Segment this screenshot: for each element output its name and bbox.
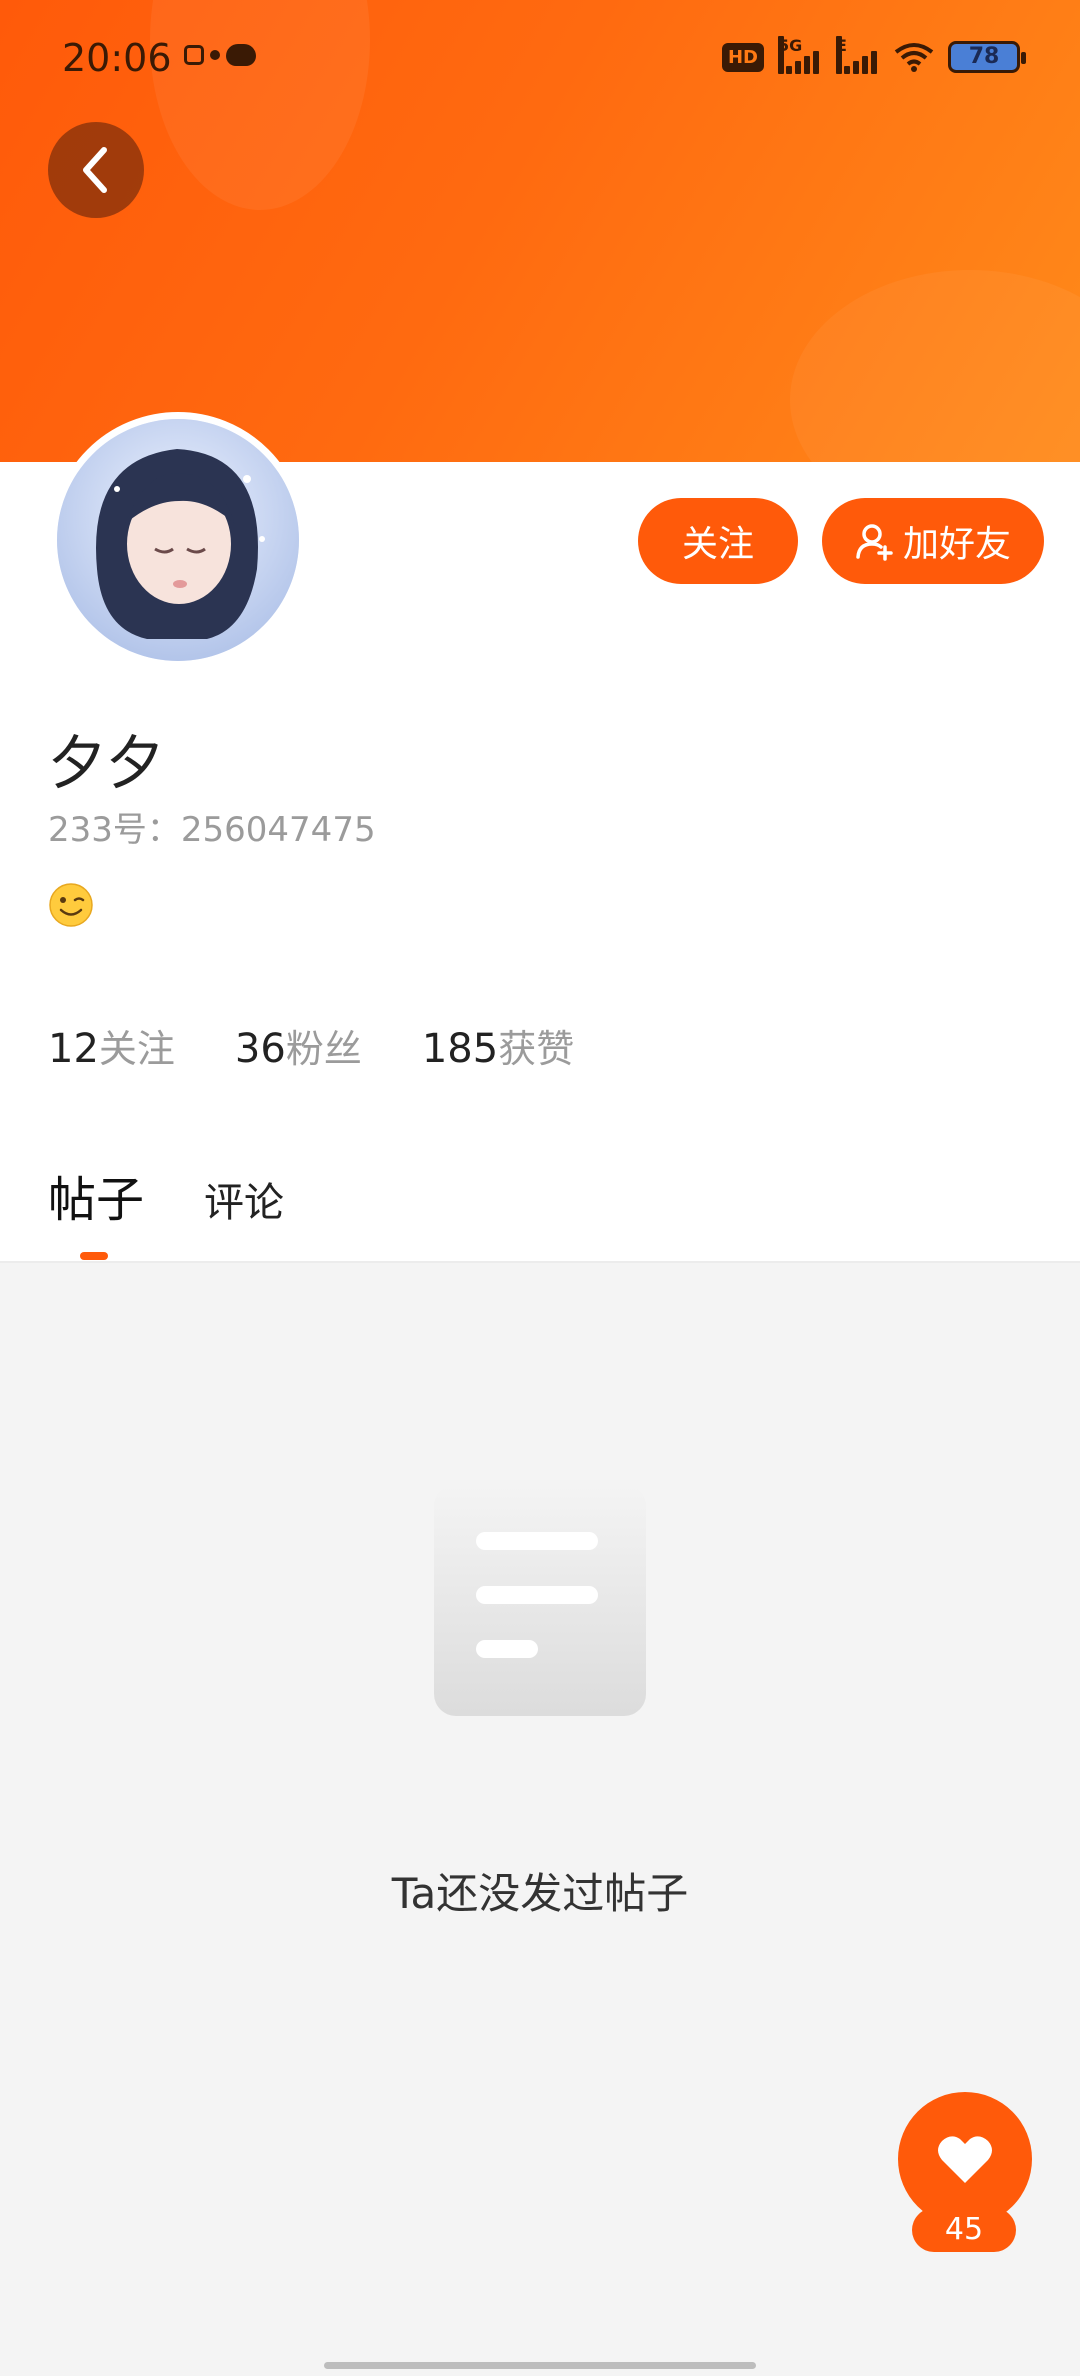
- hd-icon: HD: [721, 42, 764, 72]
- tab-posts[interactable]: 帖子: [48, 1160, 144, 1230]
- add-user-icon: [856, 524, 893, 561]
- gallery-notification-icon: [184, 45, 204, 65]
- signal-e-icon: E: [836, 36, 880, 74]
- avatar[interactable]: [50, 412, 306, 668]
- chevron-left-icon: [83, 147, 107, 193]
- add-friend-button[interactable]: 加好友: [822, 498, 1044, 584]
- follow-button[interactable]: 关注: [638, 498, 798, 584]
- avatar-image: [57, 419, 299, 661]
- signal-5g-icon: 5G: [778, 36, 822, 74]
- divider: [0, 1261, 1080, 1263]
- stat-number: 36: [234, 1026, 286, 1072]
- heart-icon: [938, 2136, 992, 2183]
- dot-icon: [210, 50, 220, 60]
- stat-label: 粉丝: [285, 1027, 362, 1071]
- like-button[interactable]: [898, 2092, 1032, 2226]
- stat-number: 12: [48, 1026, 99, 1072]
- stat-label: 关注: [98, 1027, 175, 1071]
- follow-button-label: 关注: [681, 524, 754, 565]
- winking-face-icon: [49, 883, 93, 927]
- status-time: 20:06: [62, 36, 172, 80]
- stat-following[interactable]: 12关注: [48, 1018, 175, 1073]
- wifi-icon: [894, 43, 934, 72]
- banner-decoration: [790, 270, 1080, 462]
- battery-icon: 78: [948, 41, 1026, 73]
- empty-state-message: Ta还没发过帖子: [391, 1869, 689, 1918]
- add-friend-button-label: 加好友: [902, 524, 1011, 565]
- stat-followers[interactable]: 36粉丝: [235, 1018, 362, 1073]
- back-button[interactable]: [48, 122, 144, 218]
- stat-number: 185: [421, 1026, 499, 1072]
- empty-document-icon: [434, 1484, 646, 1716]
- profile-name: 夕夕: [48, 729, 165, 797]
- system-icons: HD 5G E 78: [721, 36, 1026, 74]
- profile-uid: 233号：256047475: [48, 810, 376, 850]
- status-bar: 20:06 HD 5G E 78: [0, 0, 1080, 110]
- app-notification-icon: [226, 44, 256, 66]
- stat-label: 获赞: [498, 1027, 575, 1071]
- stat-likes[interactable]: 185获赞: [422, 1018, 574, 1073]
- like-count: 45: [912, 2208, 1016, 2252]
- active-tab-indicator: [80, 1252, 108, 1260]
- notification-icons: [184, 44, 256, 66]
- profile-stats: 12关注 36粉丝 185获赞: [48, 1018, 574, 1073]
- home-indicator[interactable]: [324, 2362, 756, 2369]
- tab-comments[interactable]: 评论: [204, 1170, 284, 1228]
- content-tabs: 帖子 评论: [48, 1160, 284, 1230]
